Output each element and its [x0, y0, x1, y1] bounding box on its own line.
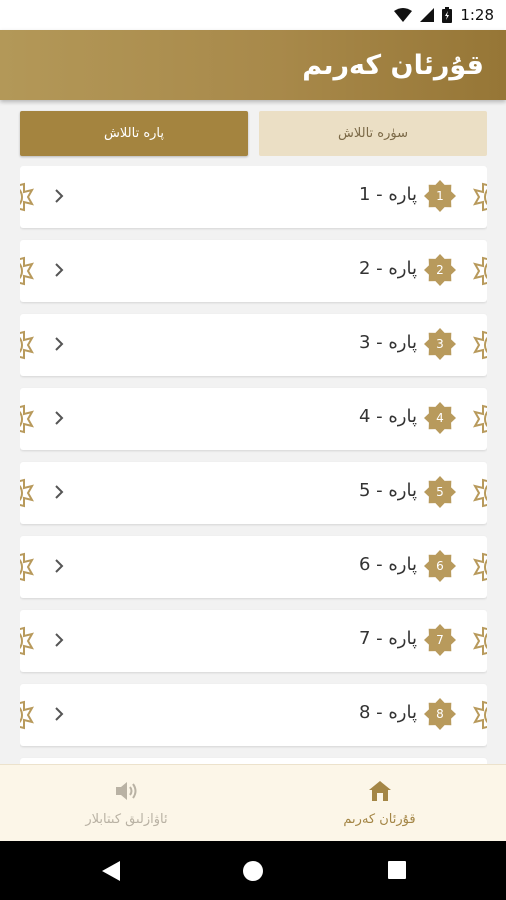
nav-quran[interactable]: قۇرئان كەرىم [253, 765, 506, 842]
home-icon [368, 780, 392, 806]
status-time: 1:28 [460, 6, 494, 24]
nav-audio-books[interactable]: ئاۋازلىق كىتابلار [0, 765, 253, 842]
chevron-right-icon [53, 705, 65, 727]
ornament-left-icon [20, 392, 44, 446]
chevron-right-icon [53, 335, 65, 357]
juz-label: 4 - پارە [358, 406, 417, 427]
juz-label: 5 - پارە [358, 480, 417, 501]
speaker-icon [114, 780, 140, 806]
juz-number: 4 [436, 411, 444, 425]
tab-surah[interactable]: سۈرە تاللاش [259, 111, 487, 156]
ornament-left-icon [20, 244, 44, 298]
juz-row[interactable]: 4 4 - پارە [20, 388, 487, 450]
juz-number: 3 [436, 337, 444, 351]
juz-label: 2 - پارە [358, 258, 417, 279]
juz-label: 6 - پارە [358, 554, 417, 575]
nav-audio-books-label: ئاۋازلىق كىتابلار [85, 812, 168, 827]
juz-row[interactable]: 6 6 - پارە [20, 536, 487, 598]
bottom-nav: ئاۋازلىق كىتابلار قۇرئان كەرىم [0, 764, 506, 841]
chevron-right-icon [53, 631, 65, 653]
battery-charging-icon [442, 7, 453, 23]
ornament-right-icon [463, 244, 487, 298]
tab-surah-label: سۈرە تاللاش [338, 126, 408, 141]
ornament-left-icon [20, 540, 44, 594]
recents-icon[interactable] [387, 860, 407, 884]
system-nav-bar [0, 841, 506, 900]
juz-number: 6 [436, 559, 444, 573]
back-icon[interactable] [100, 860, 122, 886]
ornament-right-icon [463, 540, 487, 594]
juz-number: 1 [436, 189, 444, 203]
juz-row[interactable]: 1 1 - پارە [20, 166, 487, 228]
app-bar: قۇرئان كەرىم [0, 30, 506, 100]
chevron-right-icon [53, 187, 65, 209]
status-bar: 1:28 [0, 0, 506, 30]
chevron-right-icon [53, 409, 65, 431]
nav-quran-label: قۇرئان كەرىم [343, 812, 416, 827]
juz-row[interactable]: 5 5 - پارە [20, 462, 487, 524]
tab-juz-label: پارە تاللاش [104, 126, 164, 141]
signal-icon [420, 8, 435, 22]
juz-number: 2 [436, 263, 444, 277]
ornament-left-icon [20, 318, 44, 372]
juz-number: 8 [436, 707, 444, 721]
ornament-right-icon [463, 466, 487, 520]
ornament-right-icon [463, 170, 487, 224]
juz-number: 7 [436, 633, 444, 647]
ornament-left-icon [20, 688, 44, 742]
chevron-right-icon [53, 483, 65, 505]
ornament-left-icon [20, 614, 44, 668]
juz-row[interactable]: 7 7 - پارە [20, 610, 487, 672]
page-title: قۇرئان كەرىم [302, 49, 484, 81]
home-circle-icon[interactable] [242, 860, 264, 886]
juz-row[interactable]: 3 3 - پارە [20, 314, 487, 376]
ornament-right-icon [463, 318, 487, 372]
ornament-right-icon [463, 614, 487, 668]
juz-label: 3 - پارە [358, 332, 417, 353]
juz-row[interactable]: 2 2 - پارە [20, 240, 487, 302]
juz-row[interactable]: 8 8 - پارە [20, 684, 487, 746]
juz-label: 7 - پارە [358, 628, 417, 649]
ornament-left-icon [20, 170, 44, 224]
tab-juz[interactable]: پارە تاللاش [20, 111, 248, 156]
juz-number: 5 [436, 485, 444, 499]
tab-bar: پارە تاللاش سۈرە تاللاش [20, 111, 487, 156]
juz-list: 1 1 - پارە 2 2 - پارە 3 3 - پارە 4 4 - پارە 5 5 -… [20, 166, 487, 764]
juz-label: 8 - پارە [358, 702, 417, 723]
juz-label: 1 - پارە [358, 184, 417, 205]
wifi-icon [394, 8, 413, 22]
ornament-left-icon [20, 466, 44, 520]
chevron-right-icon [53, 261, 65, 283]
chevron-right-icon [53, 557, 65, 579]
ornament-right-icon [463, 392, 487, 446]
ornament-right-icon [463, 688, 487, 742]
